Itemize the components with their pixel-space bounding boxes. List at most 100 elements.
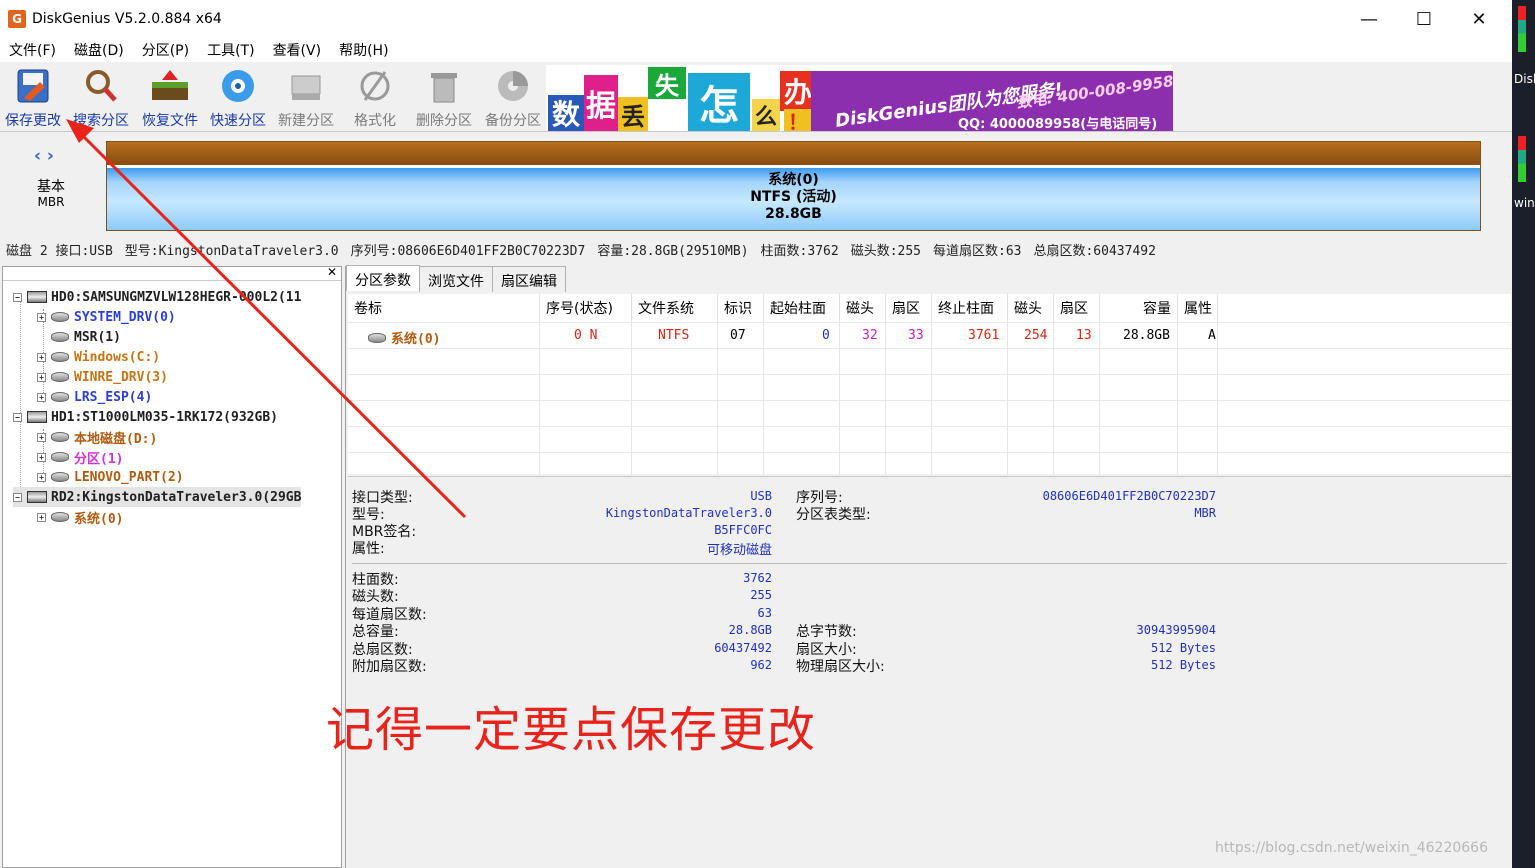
- quick-partition-icon: [218, 68, 258, 104]
- partition-map-name: 系统(0): [768, 172, 819, 188]
- col-header[interactable]: 序号(状态): [540, 296, 632, 320]
- desktop-icon: [1518, 136, 1526, 182]
- detail-key: 属性:: [352, 541, 385, 557]
- tree-partition[interactable]: + 系统(0): [37, 507, 123, 527]
- annotation-text: 记得一定要点保存更改: [326, 702, 817, 758]
- partition-icon: [51, 472, 69, 482]
- menu-partition[interactable]: 分区(P): [133, 40, 198, 60]
- row-divider: [348, 426, 1511, 427]
- tree-partition[interactable]: + WINRE_DRV(3): [37, 367, 168, 387]
- partition-icon: [51, 512, 69, 522]
- save-icon: [13, 68, 53, 104]
- col-header[interactable]: 文件系统: [632, 296, 718, 320]
- tree-partition[interactable]: + SYSTEM_DRV(0): [37, 307, 176, 327]
- minimize-button[interactable]: —: [1342, 0, 1396, 38]
- cell-end-head: 254: [1024, 328, 1048, 343]
- tree-partition[interactable]: + 本地磁盘(D:): [37, 427, 157, 447]
- diskgenius-window: G DiskGenius V5.2.0.884 x64 — ☐ ✕ 文件(F) …: [0, 0, 1512, 868]
- toolbar-label: 保存更改: [5, 113, 61, 129]
- col-header[interactable]: 卷标: [348, 296, 540, 320]
- table-column: [632, 294, 718, 474]
- toolbar-label: 新建分区: [278, 113, 334, 129]
- detail-value: 28.8GB: [728, 623, 772, 637]
- row-divider: [348, 322, 1511, 323]
- tree-partition[interactable]: MSR(1): [51, 327, 121, 347]
- cell-attr: A: [1208, 328, 1216, 343]
- table-column: [764, 294, 840, 474]
- menu-disk[interactable]: 磁盘(D): [65, 40, 133, 60]
- recover-icon: [150, 68, 190, 104]
- col-header[interactable]: 终止柱面: [932, 296, 1008, 320]
- menu-tools[interactable]: 工具(T): [198, 40, 263, 60]
- banner-char: ！: [784, 109, 812, 131]
- backup-partition-button[interactable]: 备份分区: [479, 66, 547, 130]
- toolbar-label: 删除分区: [416, 113, 472, 129]
- new-partition-button[interactable]: 新建分区: [272, 66, 340, 130]
- tree-partition[interactable]: + LENOVO_PART(2): [37, 467, 184, 487]
- col-header[interactable]: 起始柱面: [764, 296, 840, 320]
- disk-type: 基本: [37, 179, 65, 195]
- banner-char: 怎: [688, 73, 750, 131]
- partition-icon: [51, 372, 69, 382]
- menu-view[interactable]: 查看(V): [264, 40, 331, 60]
- delete-partition-button[interactable]: 删除分区: [410, 66, 478, 130]
- format-icon: [355, 68, 395, 104]
- cell-volume: 系统(0): [368, 328, 440, 347]
- disk-detail-panel: 接口类型: USB 型号: KingstonDataTraveler3.0 MB…: [348, 476, 1511, 868]
- desktop-edge: Disk win: [1512, 0, 1535, 868]
- tab-partition-params[interactable]: 分区参数: [346, 265, 420, 291]
- menu-file[interactable]: 文件(F): [0, 40, 65, 60]
- tab-browse-files[interactable]: 浏览文件: [419, 266, 493, 292]
- tab-sector-edit[interactable]: 扇区编辑: [492, 266, 566, 292]
- detail-value: 30943995904: [1136, 623, 1216, 637]
- disk-scheme: MBR: [37, 195, 65, 209]
- detail-key: 磁头数:: [352, 589, 399, 605]
- desktop-icon: [1518, 6, 1526, 52]
- tree-partition[interactable]: + Windows(C:): [37, 347, 160, 367]
- toolbar-label: 格式化: [354, 113, 396, 129]
- disk-nav-arrows[interactable]: ‹ ›: [34, 146, 54, 166]
- col-header[interactable]: 磁头: [1008, 296, 1054, 320]
- maximize-button[interactable]: ☐: [1397, 0, 1451, 38]
- disk-info-heads: 磁头数:255: [850, 243, 921, 259]
- detail-key: 总字节数:: [796, 624, 857, 640]
- detail-value: 512 Bytes: [1150, 641, 1216, 655]
- close-icon[interactable]: ✕: [327, 265, 337, 279]
- save-changes-button[interactable]: 保存更改: [0, 66, 67, 130]
- menu-help[interactable]: 帮助(H): [330, 40, 397, 60]
- disk-info-sectors-per-track: 每道扇区数:63: [933, 243, 1022, 259]
- col-header[interactable]: 容量: [1100, 296, 1178, 320]
- detail-value: 962: [750, 658, 772, 672]
- search-partition-button[interactable]: 搜索分区: [67, 66, 135, 130]
- detail-value: 512 Bytes: [1150, 658, 1216, 672]
- desktop-label: Disk: [1514, 72, 1535, 86]
- col-header[interactable]: 磁头: [840, 296, 886, 320]
- tree-disk-hd1[interactable]: − HD1:ST1000LM035-1RK172(932GB): [13, 407, 278, 427]
- col-header[interactable]: 扇区: [886, 296, 932, 320]
- cell-start-cyl: 0: [822, 328, 830, 343]
- banner-qq: QQ: 4000089958(与电话同号): [958, 117, 1158, 131]
- tree-connector: [20, 301, 21, 501]
- table-column: [840, 294, 886, 474]
- recover-files-button[interactable]: 恢复文件: [136, 66, 204, 130]
- table-column: [932, 294, 1008, 474]
- detail-value: 60437492: [714, 641, 772, 655]
- search-icon: [81, 68, 121, 104]
- close-button[interactable]: ✕: [1452, 0, 1506, 38]
- col-header[interactable]: 扇区: [1054, 296, 1100, 320]
- details-pane: 分区参数 浏览文件 扇区编辑 卷标 序号(状态) 文件系统 标识 起始柱面 磁头…: [345, 265, 1512, 868]
- col-header[interactable]: 属性: [1178, 296, 1218, 320]
- col-header[interactable]: 标识: [718, 296, 764, 320]
- tree-disk-rd2[interactable]: − RD2:KingstonDataTraveler3.0(29GB: [13, 487, 302, 507]
- detail-key: 总容量:: [352, 624, 399, 640]
- tab-bar: 分区参数 浏览文件 扇区编辑: [346, 265, 566, 292]
- detail-key: 分区表类型:: [796, 507, 871, 523]
- format-button[interactable]: 格式化: [341, 66, 409, 130]
- advertisement-banner[interactable]: 数 据 丢 失 怎 么 办 ！ DiskGenius团队为您服务! 致电: 40…: [546, 65, 1173, 131]
- cell-capacity: 28.8GB: [1123, 328, 1170, 343]
- tree-partition[interactable]: + 分区(1): [37, 447, 123, 467]
- quick-partition-button[interactable]: 快速分区: [204, 66, 272, 130]
- tree-partition[interactable]: + LRS_ESP(4): [37, 387, 152, 407]
- tree-disk-hd0[interactable]: − HD0:SAMSUNGMZVLW128HEGR-000L2(11: [13, 287, 301, 307]
- toolbar-label: 快速分区: [210, 113, 266, 129]
